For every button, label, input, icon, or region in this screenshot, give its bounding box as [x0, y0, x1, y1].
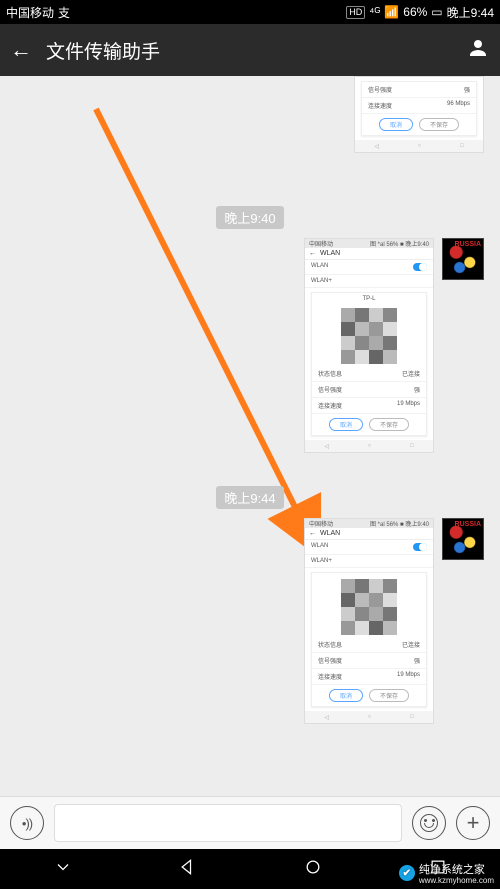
volte-icon: ⁴ᴳ [369, 5, 380, 19]
image-message[interactable]: 中国移动图 *al 56% ■ 晚上9:40 ←WLAN WLAN WLAN+ … [304, 238, 434, 453]
chat-title: 文件传输助手 [46, 37, 160, 64]
avatar[interactable] [442, 238, 484, 280]
message-row: 中国移动图 *al 56% ■ 晚上9:40 ←WLAN WLAN WLAN+ … [304, 238, 492, 453]
hd-icon: HD [346, 6, 365, 19]
battery-percent: 66% [403, 5, 427, 19]
watermark-logo-icon: ✔ [399, 865, 415, 881]
status-time: 晚上9:44 [447, 4, 494, 21]
watermark: ✔ 纯净系统之家 www.kzmyhome.com [399, 861, 494, 885]
chat-scroll-area[interactable]: 信号强度强 连接速度96 Mbps 取消 不保存 ◁○□ 晚上9:40 中国移动… [0, 76, 500, 812]
back-button[interactable]: ← [10, 37, 32, 63]
nav-home-button[interactable] [303, 857, 323, 882]
emoji-button[interactable] [412, 806, 446, 840]
profile-button[interactable] [466, 36, 490, 65]
qr-code-pixelated [341, 308, 397, 364]
nav-hide-button[interactable] [53, 857, 73, 882]
voice-button[interactable]: •)) [10, 806, 44, 840]
watermark-title: 纯净系统之家 [419, 864, 485, 876]
toggle-icon [413, 263, 427, 271]
android-status-bar: 中国移动 支 HD ⁴ᴳ 📶 66% ▭ 晚上9:44 [0, 0, 500, 24]
timestamp: 晚上9:40 [216, 206, 283, 229]
alipay-icon: 支 [58, 4, 70, 21]
chat-input-bar: •)) + [0, 796, 500, 849]
smile-icon [420, 814, 438, 832]
message-row: 信号强度强 连接速度96 Mbps 取消 不保存 ◁○□ [354, 76, 492, 153]
signal-icon: 📶 [384, 5, 399, 19]
image-message[interactable]: 中国移动图 *al 56% ■ 晚上9:40 ←WLAN WLAN WLAN+ … [304, 518, 434, 724]
watermark-url: www.kzmyhome.com [419, 877, 494, 885]
chat-header: ← 文件传输助手 [0, 24, 500, 76]
thumb-cancel-button: 取消 [379, 118, 413, 131]
carrier-label: 中国移动 [6, 4, 54, 21]
battery-icon: ▭ [431, 5, 442, 19]
image-message[interactable]: 信号强度强 连接速度96 Mbps 取消 不保存 ◁○□ [354, 76, 484, 153]
more-button[interactable]: + [456, 806, 490, 840]
message-input[interactable] [54, 804, 402, 842]
plus-icon: + [467, 812, 480, 834]
timestamp: 晚上9:44 [216, 486, 283, 509]
avatar[interactable] [442, 518, 484, 560]
message-row: 中国移动图 *al 56% ■ 晚上9:40 ←WLAN WLAN WLAN+ … [304, 518, 492, 724]
qr-code-pixelated [341, 579, 397, 635]
thumb-disconnect-button: 不保存 [419, 118, 459, 131]
nav-back-button[interactable] [178, 857, 198, 882]
toggle-icon [413, 543, 427, 551]
